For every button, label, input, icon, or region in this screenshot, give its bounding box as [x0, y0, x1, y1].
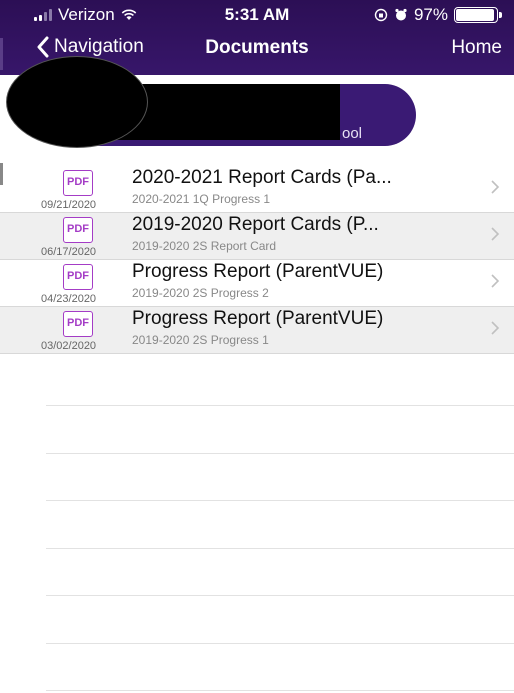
battery-icon — [454, 7, 502, 23]
document-date: 06/17/2020 — [41, 246, 97, 258]
empty-row-separator — [46, 595, 514, 596]
document-subtitle: 2019-2020 2S Report Card — [132, 239, 277, 253]
chevron-right-icon — [491, 227, 500, 241]
left-edge-sliver — [0, 38, 3, 70]
pdf-icon: PDF — [63, 311, 93, 337]
document-title: Progress Report (ParentVUE) — [132, 261, 384, 282]
empty-row-separator — [46, 548, 514, 549]
document-row[interactable]: PDF 03/02/2020 Progress Report (ParentVU… — [0, 307, 514, 354]
document-title: 2020-2021 Report Cards (Pa... — [132, 167, 392, 188]
pdf-icon: PDF — [63, 217, 93, 243]
pdf-icon: PDF — [63, 170, 93, 196]
empty-row-separator — [46, 690, 514, 691]
alarm-icon — [395, 8, 407, 21]
document-date: 03/02/2020 — [41, 340, 97, 352]
document-title: 2019-2020 Report Cards (P... — [132, 214, 379, 235]
document-row[interactable]: PDF 06/17/2020 2019-2020 Report Cards (P… — [0, 213, 514, 260]
empty-row-separator — [46, 500, 514, 501]
status-bar: Verizon 5:31 AM 97% — [0, 0, 514, 30]
chevron-right-icon — [491, 321, 500, 335]
document-date: 09/21/2020 — [41, 199, 97, 211]
home-button[interactable]: Home — [451, 37, 502, 59]
orientation-lock-icon — [374, 8, 388, 22]
empty-row-separator — [46, 405, 514, 406]
document-row[interactable]: PDF 09/21/2020 2020-2021 Report Cards (P… — [0, 166, 514, 213]
document-row[interactable]: PDF 04/23/2020 Progress Report (ParentVU… — [0, 260, 514, 307]
school-name-label: ool — [342, 125, 363, 142]
document-title: Progress Report (ParentVUE) — [132, 308, 384, 329]
document-date: 04/23/2020 — [41, 293, 97, 305]
pdf-icon: PDF — [63, 264, 93, 290]
document-subtitle: 2020-2021 1Q Progress 1 — [132, 192, 271, 206]
chevron-right-icon — [491, 274, 500, 288]
empty-row-separator — [46, 643, 514, 644]
status-right: 97% — [374, 5, 502, 25]
document-subtitle: 2019-2020 2S Progress 1 — [132, 333, 269, 347]
battery-percent: 97% — [413, 5, 448, 24]
document-subtitle: 2019-2020 2S Progress 2 — [132, 286, 269, 300]
redacted-avatar — [6, 56, 148, 148]
chevron-right-icon — [491, 180, 500, 194]
empty-row-separator — [46, 453, 514, 454]
